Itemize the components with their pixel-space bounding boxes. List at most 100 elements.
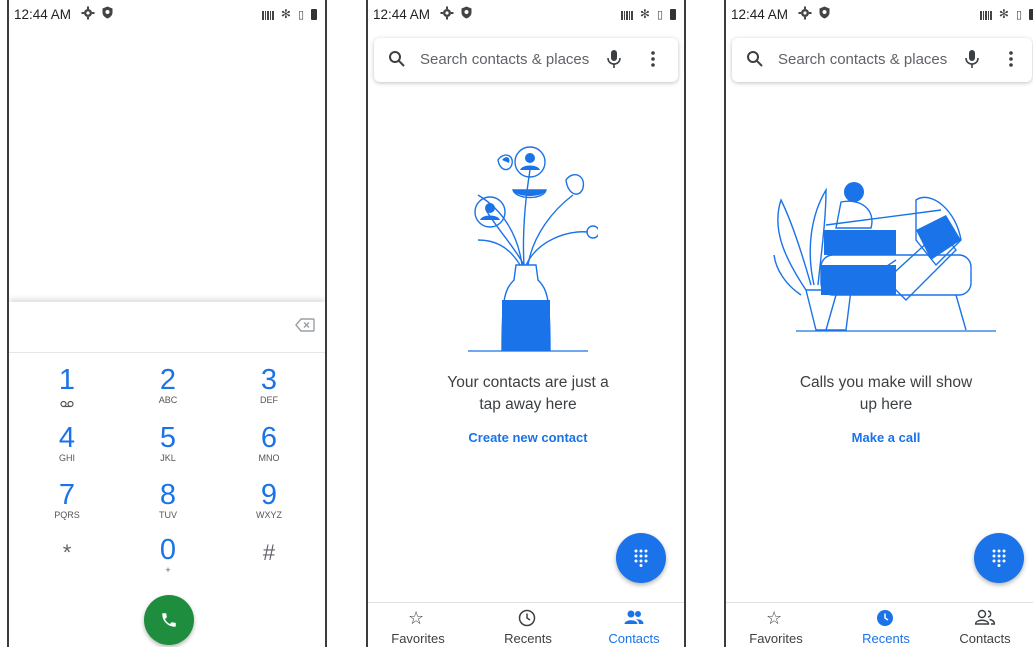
more-options-icon[interactable] [1008,49,1014,69]
key-6[interactable]: 6 MNO [219,424,319,476]
nav-contacts[interactable]: Contacts [935,603,1033,647]
dialpad-fab[interactable] [616,533,666,583]
empty-state-line-1: Your contacts are just a [447,374,609,391]
bottom-nav: ☆ Favorites Recents Contacts [368,602,684,647]
key-star[interactable]: * [17,538,117,590]
barcode-icon [621,9,633,20]
key-digit: 6 [260,422,278,454]
key-3[interactable]: 3 DEF [219,366,319,418]
key-digit: * [62,540,72,565]
dialpad-fab[interactable] [974,533,1024,583]
key-1[interactable]: 1 [17,366,117,418]
key-0[interactable]: 0 + [118,536,218,588]
key-digit: 4 [58,422,76,454]
nav-label: Recents [504,631,552,646]
key-8[interactable]: 8 TUV [118,481,218,533]
nav-label: Favorites [391,631,445,646]
key-5[interactable]: 5 JKL [118,424,218,476]
settings-icon [81,6,95,20]
search-icon[interactable] [388,50,406,68]
voicemail-icon [60,400,74,408]
vibrate-icon: ▯ [1015,8,1022,21]
status-icons: ✻ ▯ [262,7,317,21]
create-new-contact-link[interactable]: Create new contact [368,430,684,445]
nav-recents[interactable]: Recents [836,603,936,647]
key-digit: 2 [159,364,177,396]
status-icons: ✻ ▯ [980,7,1033,21]
digits-field[interactable] [9,302,325,353]
shield-icon [819,6,830,19]
shield-icon [461,6,472,19]
key-digit: 0 [159,534,177,566]
shield-icon [102,6,113,19]
key-letters: + [165,565,171,575]
dialer-empty-area [9,26,325,302]
phone-icon [162,613,176,627]
status-icons: ✻ ▯ [621,7,676,21]
barcode-icon [980,9,992,20]
key-hash[interactable]: # [219,538,319,590]
vibrate-icon: ▯ [297,8,304,21]
key-digit: 8 [159,479,177,511]
make-a-call-link[interactable]: Make a call [726,430,1033,445]
key-letters: DEF [260,395,278,405]
search-bar[interactable]: Search contacts & places [374,38,678,82]
key-letters: GHI [58,453,75,463]
key-2[interactable]: 2 ABC [118,366,218,418]
search-placeholder[interactable]: Search contacts & places [778,51,947,68]
status-bar: 12:44 AM ✻ ▯ [9,0,325,26]
key-letters: TUV [159,510,177,520]
backspace-icon[interactable] [295,318,315,332]
key-4[interactable]: 4 GHI [17,424,117,476]
nav-favorites[interactable]: ☆ Favorites [368,603,468,647]
nav-label: Favorites [749,631,803,646]
microphone-icon[interactable] [606,49,622,69]
microphone-icon[interactable] [964,49,980,69]
people-icon [975,609,995,625]
key-9[interactable]: 9 WXYZ [219,481,319,533]
clock-icon [518,609,536,627]
nav-label: Recents [862,631,910,646]
key-digit: # [262,540,276,565]
battery-icon [1029,8,1033,20]
recents-illustration [773,182,996,332]
empty-state-line-1: Calls you make will show [799,374,973,391]
key-digit: 3 [260,364,278,396]
key-letters: ABC [158,395,178,405]
dialpad-icon [992,549,1006,567]
settings-icon [798,6,812,20]
settings-icon [440,6,454,20]
battery-icon [670,8,676,20]
search-placeholder[interactable]: Search contacts & places [420,51,589,68]
nav-recents[interactable]: Recents [478,603,578,647]
bluetooth-icon: ✻ [280,7,291,21]
dialer-screen: 12:44 AM ✻ ▯ 1 2 ABC 3 DEF 4 GHI 5 JKL 6… [7,0,327,647]
battery-icon [311,8,317,20]
recents-screen: 12:44 AM ✻ ▯ Search contacts & places Ca… [724,0,1033,647]
star-icon: ☆ [766,608,783,628]
key-letters: MNO [258,453,280,463]
search-icon[interactable] [746,50,764,68]
dialpad-icon [634,549,648,567]
key-digit: 1 [58,364,76,396]
star-icon: ☆ [408,608,425,628]
more-options-icon[interactable] [650,49,656,69]
nav-favorites[interactable]: ☆ Favorites [726,603,826,647]
status-time: 12:44 AM [731,7,789,22]
status-time: 12:44 AM [14,7,72,22]
search-bar[interactable]: Search contacts & places [732,38,1032,82]
key-letters: JKL [160,453,176,463]
nav-contacts[interactable]: Contacts [584,603,684,647]
call-button[interactable] [144,595,194,645]
key-letters: PQRS [54,510,80,520]
bluetooth-icon: ✻ [639,7,650,21]
key-digit: 7 [58,479,76,511]
status-bar: 12:44 AM ✻ ▯ [368,0,684,26]
vibrate-icon: ▯ [656,8,663,21]
status-bar: 12:44 AM ✻ ▯ [726,0,1033,26]
empty-state-line-2: tap away here [479,396,577,413]
clock-icon [877,610,893,626]
status-time: 12:44 AM [373,7,431,22]
key-digit: 9 [260,479,278,511]
key-7[interactable]: 7 PQRS [17,481,117,533]
